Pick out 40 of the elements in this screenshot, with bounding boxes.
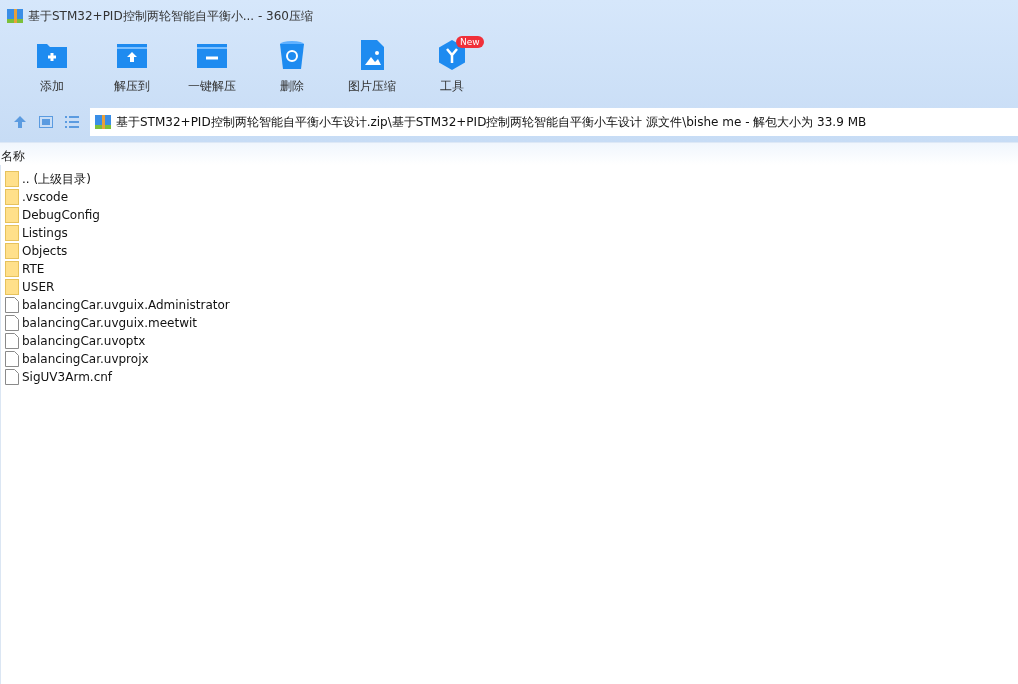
folder-icon bbox=[5, 207, 19, 223]
folder-icon bbox=[5, 279, 19, 295]
toolbar-button[interactable]: New 工具 bbox=[412, 38, 492, 104]
toolbar-button[interactable]: 一键解压 bbox=[172, 38, 252, 104]
file-name[interactable]: .vscode bbox=[22, 190, 69, 204]
folder-icon bbox=[5, 243, 19, 259]
archive-icon bbox=[7, 8, 23, 24]
file-name[interactable]: balancingCar.uvguix.Administrator bbox=[22, 298, 230, 312]
folder-icon bbox=[5, 189, 19, 205]
window-title: 基于STM32+PID控制两轮智能自平衡小... - 360压缩 bbox=[28, 7, 313, 25]
column-header[interactable]: 名称 bbox=[0, 148, 25, 165]
thumbnail-view-icon[interactable] bbox=[38, 114, 54, 130]
file-name[interactable]: .. (上级目录) bbox=[22, 170, 91, 188]
toolbar-button[interactable]: 图片压缩 bbox=[332, 38, 412, 104]
file-icon bbox=[5, 315, 19, 331]
file-icon bbox=[5, 333, 19, 349]
list-view-icon[interactable] bbox=[64, 114, 80, 130]
toolbar-button[interactable]: 解压到 bbox=[92, 38, 172, 104]
up-arrow-icon[interactable] bbox=[12, 114, 28, 130]
file-icon bbox=[5, 351, 19, 367]
toolbar-button[interactable]: 删除 bbox=[252, 38, 332, 104]
address-path: 基于STM32+PID控制两轮智能自平衡小车设计.zip\基于STM32+PID控制两轮智能自平衡小车设计 源文件\bishe me - 解包大小为 33.9 MB bbox=[116, 113, 867, 131]
folder-icon bbox=[5, 171, 19, 187]
folder-icon bbox=[5, 261, 19, 277]
address-bar[interactable]: 基于STM32+PID控制两轮智能自平衡小车设计.zip\基于STM32+PID控制两轮智能自平衡小车设计 源文件\bishe me - 解包大小为 33.9 MB bbox=[90, 108, 1018, 136]
file-icon bbox=[5, 297, 19, 313]
file-name[interactable]: RTE bbox=[22, 262, 45, 276]
file-name[interactable]: Listings bbox=[22, 226, 68, 240]
file-name[interactable]: balancingCar.uvprojx bbox=[22, 352, 149, 366]
archive-icon bbox=[95, 114, 111, 130]
toolbar-button[interactable]: 添加 bbox=[12, 38, 92, 104]
file-name[interactable]: Objects bbox=[22, 244, 68, 258]
file-name[interactable]: SigUV3Arm.cnf bbox=[22, 370, 113, 384]
file-icon bbox=[5, 369, 19, 385]
folder-icon bbox=[5, 225, 19, 241]
file-name[interactable]: balancingCar.uvguix.meetwit bbox=[22, 316, 197, 330]
new-badge: New bbox=[456, 36, 484, 48]
file-name[interactable]: balancingCar.uvoptx bbox=[22, 334, 146, 348]
file-name[interactable]: USER bbox=[22, 280, 55, 294]
file-name[interactable]: DebugConfig bbox=[22, 208, 100, 222]
